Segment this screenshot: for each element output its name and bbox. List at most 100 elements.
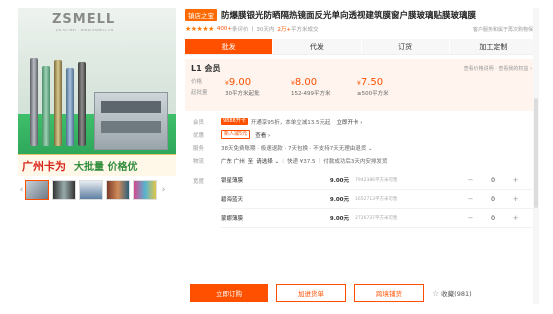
spec-stock: 7942386平方米可售	[355, 178, 398, 183]
film-roll	[78, 62, 86, 146]
tab-custom[interactable]: 加工定制	[449, 39, 537, 54]
spec-stock: 2726737平方米可售	[355, 216, 398, 221]
quantity-stepper: − 0 +	[466, 195, 520, 203]
price-tier: ¥8.00 152-499平方米	[291, 77, 357, 99]
cross-border-button[interactable]: 跨境铺货	[354, 284, 424, 302]
quantity-input[interactable]: 0	[481, 196, 505, 203]
spec-label: 宽度	[193, 179, 205, 185]
coupon-badge[interactable]: 新人减5元	[221, 130, 251, 139]
star-icon: ☆	[432, 288, 440, 298]
minus-icon[interactable]: −	[466, 176, 475, 184]
price-tier: ¥7.50 ≥500平方米	[357, 77, 423, 99]
deals-period: 30天内	[256, 27, 275, 33]
open-card-link[interactable]: 立即开卡 ›	[336, 118, 362, 126]
spec-list: 宽度 银星薄膜 9.00元 7942386平方米可售 − 0 + 碧海蓝天 9.…	[185, 171, 538, 228]
price-label: 价格	[191, 79, 203, 85]
promo-row: 优惠 新人减5元 查看 ›	[193, 130, 271, 139]
add-to-cart-button[interactable]: 加进货单	[276, 284, 346, 302]
spec-price: 9.00元	[329, 197, 349, 203]
factory-machine	[94, 92, 168, 150]
spec-price: 9.00元	[329, 216, 349, 222]
price-tier: ¥9.00 30平方米起批	[225, 77, 291, 99]
plus-icon[interactable]: +	[511, 195, 520, 203]
review-label: 条评价	[232, 27, 249, 33]
quantity-input[interactable]: 0	[481, 177, 505, 184]
film-roll	[42, 66, 50, 146]
member-card-badge: 9888开卡	[221, 118, 248, 125]
slogan-city: 广州卡为	[22, 159, 66, 173]
deals-count: 2万+	[277, 27, 291, 33]
brand-subtitle: JIN SU MEI · WWW.ZSMELL.CN	[56, 28, 114, 32]
minus-icon[interactable]: −	[466, 195, 475, 203]
quantity-stepper: − 0 +	[466, 176, 520, 184]
thumbnail-strip: ‹ ›	[18, 179, 176, 201]
thumbnail[interactable]	[79, 180, 103, 200]
scrollbar[interactable]	[533, 8, 539, 304]
service-note[interactable]: 客户服务和属于再次购物保障	[473, 26, 538, 33]
spec-name: 碧海蓝天	[221, 197, 244, 203]
chevron-right-icon[interactable]: ›	[160, 185, 167, 195]
ship-from: 广东 广州	[221, 158, 245, 165]
slogan-tagline: 大批量 价格优	[74, 162, 138, 173]
film-roll	[54, 60, 62, 146]
spec-row: 蒙娜薄膜 9.00元 2726737平方米可售 − 0 +	[221, 209, 538, 228]
plus-icon[interactable]: +	[511, 214, 520, 222]
scrollbar-thumb[interactable]	[534, 98, 538, 208]
product-title: 防爆膜银光防晒隔热镜面反光单向透视建筑膜窗户膜玻璃贴膜玻璃膜	[221, 11, 477, 21]
member-row: 会员 9888开卡 开通享95折，本单立减13.5元起 立即开卡 ›	[193, 118, 363, 126]
member-level: L1 会员	[191, 63, 221, 73]
review-count[interactable]: 400+	[217, 26, 232, 32]
tier-qty: 152-499平方米	[291, 91, 331, 97]
view-promo-link[interactable]: 查看 ›	[255, 131, 270, 139]
tab-order[interactable]: 订货	[361, 39, 449, 54]
favorite-count: 收藏(981)	[441, 290, 472, 298]
tab-dropship[interactable]: 代发	[273, 39, 361, 54]
main-product-image[interactable]: ZSMELL JIN SU MEI · WWW.ZSMELL.CN 广州卡为 大…	[18, 8, 176, 176]
member-benefit: 开通享95折，本单立减13.5元起	[250, 119, 331, 126]
tier-price: 9.00	[228, 77, 252, 88]
image-slogan: 广州卡为 大批量 价格优	[18, 154, 176, 176]
spec-stock: 1652713平方米可售	[355, 197, 398, 202]
rating-row: ★★★★★ 400+ 条评价 | 30天内 2万+ 平方米成交 客户服务和属于再…	[185, 25, 538, 33]
ship-promise: 付款成功后3天内安排发货	[323, 158, 388, 165]
spec-price: 9.00元	[329, 178, 349, 184]
service-terms[interactable]: 38天免费账期 · 极速退款 · 7天包换 · 不支持7天无理由退货 ⌄	[221, 144, 373, 152]
rating-stars-icon: ★★★★★	[185, 25, 214, 33]
store-badge: 镇店之宝	[185, 9, 217, 21]
spec-row: 银星薄膜 9.00元 7942386平方米可售 − 0 +	[221, 171, 538, 190]
film-roll	[30, 58, 38, 146]
spec-name: 蒙娜薄膜	[221, 216, 244, 222]
quantity-stepper: − 0 +	[466, 214, 520, 222]
thumbnail[interactable]	[106, 180, 130, 200]
minus-icon[interactable]: −	[466, 214, 475, 222]
spec-row: 碧海蓝天 9.00元 1652713平方米可售 − 0 +	[221, 190, 538, 209]
thumbnail[interactable]	[133, 180, 157, 200]
purchase-tabs: 批发 代发 订货 加工定制	[185, 39, 538, 55]
plus-icon[interactable]: +	[511, 176, 520, 184]
price-explain-link[interactable]: 查看价格说明 · 查看我的权益 ›	[464, 65, 532, 72]
favorite-button[interactable]: ☆ 收藏(981)	[432, 288, 472, 299]
brand-logo: ZSMELL	[52, 12, 116, 27]
film-roll	[66, 68, 74, 146]
tier-qty: 30平方米起批	[225, 91, 260, 97]
shipping-row: 物流 广东 广州 至 请选择 ⌄ | 快递 ¥37.5 | 付款成功后3天内安排…	[193, 157, 388, 165]
ship-fee: 快递 ¥37.5	[286, 158, 316, 165]
action-bar: 立即订购 加进货单 跨境铺货 ☆ 收藏(981)	[190, 282, 500, 304]
product-gallery: ZSMELL JIN SU MEI · WWW.ZSMELL.CN 广州卡为 大…	[18, 8, 176, 201]
chevron-left-icon[interactable]: ‹	[18, 185, 25, 195]
title-row: 镇店之宝 防爆膜银光防晒隔热镜面反光单向透视建筑膜窗户膜玻璃贴膜玻璃膜	[185, 8, 538, 22]
tier-price: 7.50	[360, 77, 384, 88]
order-now-button[interactable]: 立即订购	[190, 284, 268, 302]
quantity-input[interactable]: 0	[481, 215, 505, 222]
ship-to-select[interactable]: 请选择 ⌄	[256, 157, 279, 165]
tab-wholesale[interactable]: 批发	[185, 39, 273, 54]
thumbnail[interactable]	[52, 180, 76, 200]
price-box: L1 会员 查看价格说明 · 查看我的权益 › 价格 起批量 ¥9.00 30平…	[185, 59, 538, 111]
tier-price: 8.00	[294, 77, 318, 88]
service-row: 服务 38天免费账期 · 极速退款 · 7天包换 · 不支持7天无理由退货 ⌄	[193, 144, 373, 152]
deals-unit: 平方米成交	[290, 27, 319, 33]
spec-name: 银星薄膜	[221, 178, 244, 184]
moq-label: 起批量	[191, 90, 208, 96]
thumbnail[interactable]	[25, 180, 49, 200]
product-info: 镇店之宝 防爆膜银光防晒隔热镜面反光单向透视建筑膜窗户膜玻璃贴膜玻璃膜 ★★★★…	[185, 8, 538, 228]
